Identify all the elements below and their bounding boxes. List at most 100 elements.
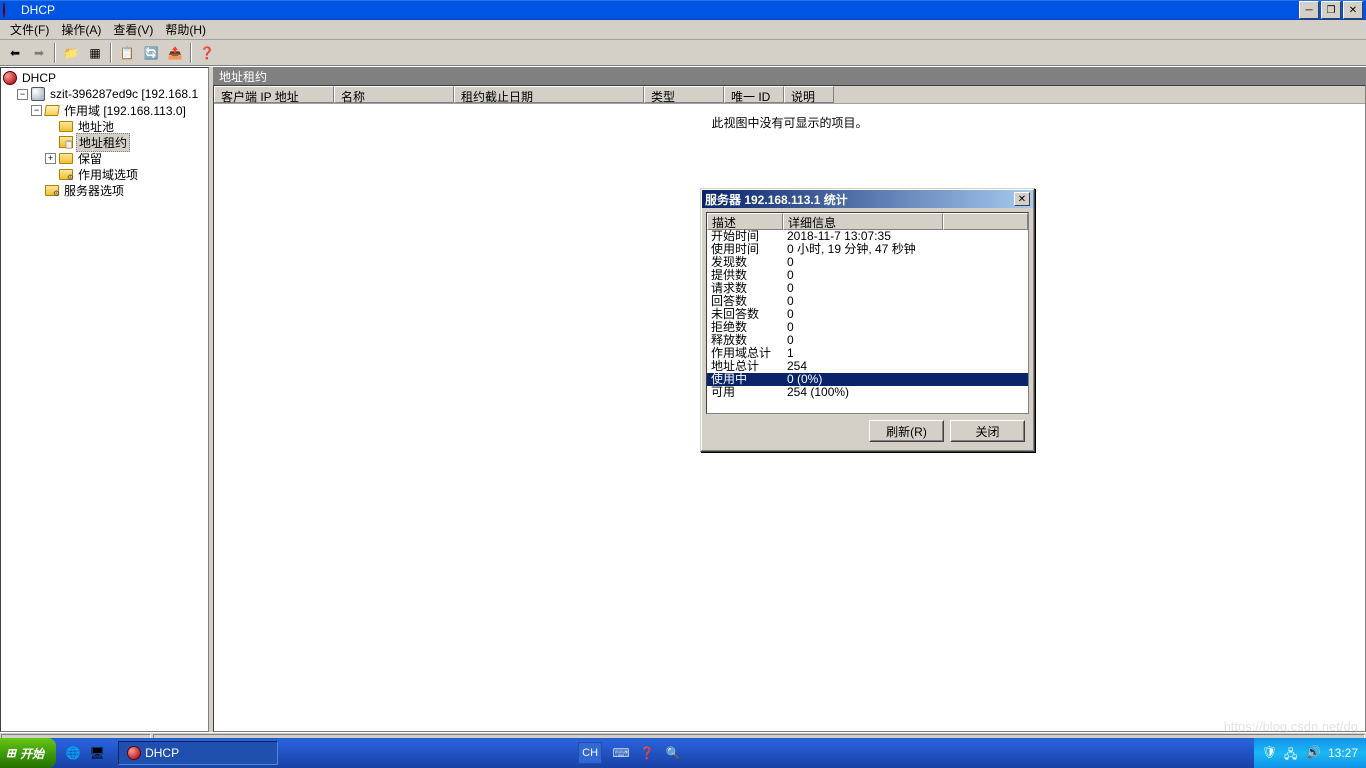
dhcp-icon	[3, 71, 17, 85]
tree-panel[interactable]: DHCP − szit-396287ed9c [192.168.1 − 作用域 …	[0, 67, 209, 732]
tree-server-options[interactable]: 服务器选项	[3, 182, 206, 198]
stats-value: 1	[783, 347, 1028, 360]
language-indicator[interactable]: CH	[578, 742, 602, 764]
dialog-close-button[interactable]: ✕	[1014, 192, 1030, 206]
stats-row[interactable]: 未回答数0	[707, 308, 1028, 321]
window-title: DHCP	[21, 3, 1297, 17]
volume-icon[interactable]: 🔊	[1306, 745, 1322, 761]
forward-button[interactable]: ➡	[28, 42, 50, 64]
close-button[interactable]: 关闭	[950, 420, 1025, 442]
stats-col-blank[interactable]	[943, 213, 1028, 230]
network-icon[interactable]: 🖧	[1284, 745, 1300, 761]
export-button[interactable]: 📤	[164, 42, 186, 64]
separator	[190, 43, 192, 63]
start-label: 开始	[20, 745, 44, 762]
dialog-body: 描述 详细信息 开始时间2018-11-7 13:07:35使用时间0 小时, …	[702, 208, 1033, 450]
tree-label-root: DHCP	[20, 71, 58, 85]
menu-action[interactable]: 操作(A)	[55, 19, 107, 40]
tree-label-serveropts: 服务器选项	[62, 182, 126, 199]
menu-help[interactable]: 帮助(H)	[159, 19, 212, 40]
menu-file[interactable]: 文件(F)	[4, 19, 55, 40]
stats-blank	[707, 399, 1028, 413]
tree-reserve[interactable]: + 保留	[3, 150, 206, 166]
stats-value: 0	[783, 334, 1028, 347]
col-type[interactable]: 类型	[644, 86, 724, 103]
menu-view[interactable]: 查看(V)	[107, 19, 159, 40]
tree-label-server: szit-396287ed9c [192.168.1	[48, 87, 200, 101]
col-uid[interactable]: 唯一 ID	[724, 86, 784, 103]
col-expire[interactable]: 租约截止日期	[454, 86, 644, 103]
right-header: 地址租约	[213, 67, 1366, 85]
keyboard-icon[interactable]: ⌨	[610, 742, 632, 764]
separator	[110, 43, 112, 63]
folder-icon	[59, 119, 73, 133]
stats-key: 可用	[707, 386, 783, 399]
server-icon	[31, 87, 45, 101]
options-icon	[45, 183, 59, 197]
stats-row[interactable]: 发现数0	[707, 256, 1028, 269]
properties-button[interactable]: 📋	[116, 42, 138, 64]
taskbar[interactable]: ⊞ 开始 🌐 🖥 DHCP CH ⌨ ❓ 🔍 🛡 🖧 🔊 13:27	[0, 738, 1366, 768]
stats-col-desc[interactable]: 描述	[707, 213, 783, 230]
stats-row[interactable]: 拒绝数0	[707, 321, 1028, 334]
help-icon[interactable]: ❓	[636, 742, 658, 764]
close-button[interactable]: ✕	[1343, 1, 1363, 19]
help-button[interactable]: ❓	[196, 42, 218, 64]
minimize-button[interactable]: ─	[1299, 1, 1319, 19]
stats-row[interactable]: 请求数0	[707, 282, 1028, 295]
tree-lease[interactable]: 地址租约	[3, 134, 206, 150]
stats-row[interactable]: 可用254 (100%)	[707, 386, 1028, 399]
collapse-icon[interactable]: −	[31, 105, 42, 116]
expand-icon[interactable]: +	[45, 153, 56, 164]
refresh-button[interactable]: 刷新(R)	[869, 420, 944, 442]
stats-value: 0	[783, 308, 1028, 321]
security-icon[interactable]: 🛡	[1262, 745, 1278, 761]
stats-value: 0	[783, 321, 1028, 334]
refresh-button[interactable]: 🔄	[140, 42, 162, 64]
up-button[interactable]: 📁	[60, 42, 82, 64]
show-hide-tree-button[interactable]: ▦	[84, 42, 106, 64]
dialog-titlebar[interactable]: 服务器 192.168.113.1 统计 ✕	[702, 190, 1033, 208]
tree-scope-options[interactable]: 作用域选项	[3, 166, 206, 182]
maximize-button[interactable]: ❐	[1321, 1, 1341, 19]
search-icon[interactable]: 🔍	[662, 742, 684, 764]
col-name[interactable]: 名称	[334, 86, 454, 103]
system-tray[interactable]: 🛡 🖧 🔊 13:27	[1254, 738, 1366, 768]
stats-col-detail[interactable]: 详细信息	[783, 213, 943, 230]
stats-value: 0	[783, 256, 1028, 269]
back-button[interactable]: ⬅	[4, 42, 26, 64]
start-button[interactable]: ⊞ 开始	[0, 738, 56, 768]
options-icon	[59, 167, 73, 181]
toolbar: ⬅ ➡ 📁 ▦ 📋 🔄 📤 ❓	[0, 40, 1366, 66]
separator	[54, 43, 56, 63]
ie-icon[interactable]: 🌐	[62, 742, 84, 764]
dhcp-icon	[127, 746, 141, 760]
titlebar[interactable]: DHCP ─ ❐ ✕	[0, 0, 1366, 20]
mid-tray: CH ⌨ ❓ 🔍	[578, 742, 684, 764]
stats-row[interactable]: 使用中0 (0%)	[707, 373, 1028, 386]
stats-value: 0	[783, 269, 1028, 282]
stats-row[interactable]: 使用时间0 小时, 19 分钟, 47 秒钟	[707, 243, 1028, 256]
tree-server[interactable]: − szit-396287ed9c [192.168.1	[3, 86, 206, 102]
clock[interactable]: 13:27	[1328, 746, 1358, 760]
stats-list[interactable]: 描述 详细信息 开始时间2018-11-7 13:07:35使用时间0 小时, …	[706, 212, 1029, 414]
folder-open-icon	[45, 103, 59, 117]
stats-dialog[interactable]: 服务器 192.168.113.1 统计 ✕ 描述 详细信息 开始时间2018-…	[700, 188, 1035, 452]
quick-launch: 🌐 🖥	[56, 738, 114, 768]
col-client-ip[interactable]: 客户端 IP 地址	[214, 86, 334, 103]
stats-row[interactable]: 地址总计254	[707, 360, 1028, 373]
tree-scope[interactable]: − 作用域 [192.168.113.0]	[3, 102, 206, 118]
taskbar-item-dhcp[interactable]: DHCP	[118, 741, 278, 765]
menubar: 文件(F) 操作(A) 查看(V) 帮助(H)	[0, 20, 1366, 40]
col-desc[interactable]: 说明	[784, 86, 834, 103]
dialog-title: 服务器 192.168.113.1 统计	[705, 191, 1014, 208]
stats-rows: 开始时间2018-11-7 13:07:35使用时间0 小时, 19 分钟, 4…	[707, 230, 1028, 399]
tree-root[interactable]: DHCP	[3, 70, 206, 86]
app-icon	[3, 3, 17, 17]
stats-value: 0	[783, 282, 1028, 295]
collapse-icon[interactable]: −	[17, 89, 28, 100]
task-label: DHCP	[145, 746, 179, 760]
stats-row[interactable]: 提供数0	[707, 269, 1028, 282]
folder-icon	[59, 151, 73, 165]
desktop-icon[interactable]: 🖥	[86, 742, 108, 764]
